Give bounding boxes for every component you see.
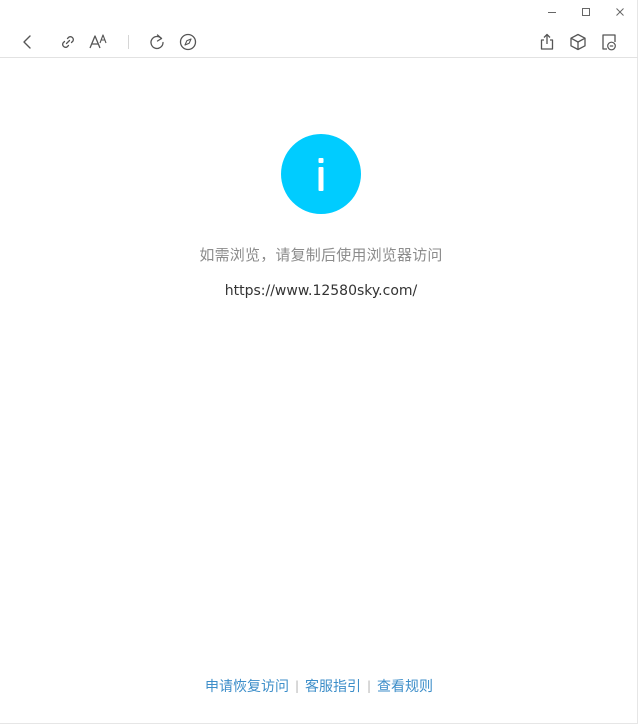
customer-service-guide-link[interactable]: 客服指引 — [305, 679, 361, 695]
close-button[interactable] — [603, 0, 637, 24]
link-icon — [58, 32, 78, 52]
share-icon — [537, 32, 557, 52]
open-in-browser-button[interactable] — [177, 31, 199, 53]
back-icon — [17, 32, 37, 52]
mini-program-icon — [599, 32, 619, 52]
maximize-button[interactable] — [569, 0, 603, 24]
view-rules-link[interactable]: 查看规则 — [377, 679, 433, 695]
compass-icon — [178, 32, 198, 52]
request-restore-access-link[interactable]: 申请恢复访问 — [205, 679, 289, 695]
footer-links: 申请恢复访问 | 客服指引 | 查看规则 — [0, 676, 638, 696]
close-icon — [615, 7, 625, 17]
toolbar-separator — [128, 35, 129, 49]
minimize-button[interactable] — [535, 0, 569, 24]
copy-link-button[interactable] — [57, 31, 79, 53]
notice-message: 如需浏览，请复制后使用浏览器访问 — [199, 246, 443, 264]
maximize-icon — [581, 7, 591, 17]
minimize-icon — [547, 7, 557, 17]
share-button[interactable] — [536, 31, 558, 53]
font-size-button[interactable] — [88, 31, 110, 53]
notice-url: https://www.12580sky.com/ — [224, 283, 418, 299]
back-button[interactable] — [16, 31, 38, 53]
footer-separator: | — [294, 679, 299, 693]
browser-window: 如需浏览，请复制后使用浏览器访问 https://www.12580sky.co… — [0, 0, 638, 724]
refresh-icon — [147, 32, 167, 52]
info-icon — [281, 134, 361, 214]
mini-program-button[interactable] — [598, 31, 620, 53]
window-controls — [535, 0, 637, 24]
refresh-button[interactable] — [146, 31, 168, 53]
cube-button[interactable] — [567, 31, 589, 53]
font-size-icon — [88, 32, 110, 52]
toolbar — [0, 28, 638, 58]
footer-separator: | — [367, 679, 372, 693]
cube-icon — [568, 32, 588, 52]
